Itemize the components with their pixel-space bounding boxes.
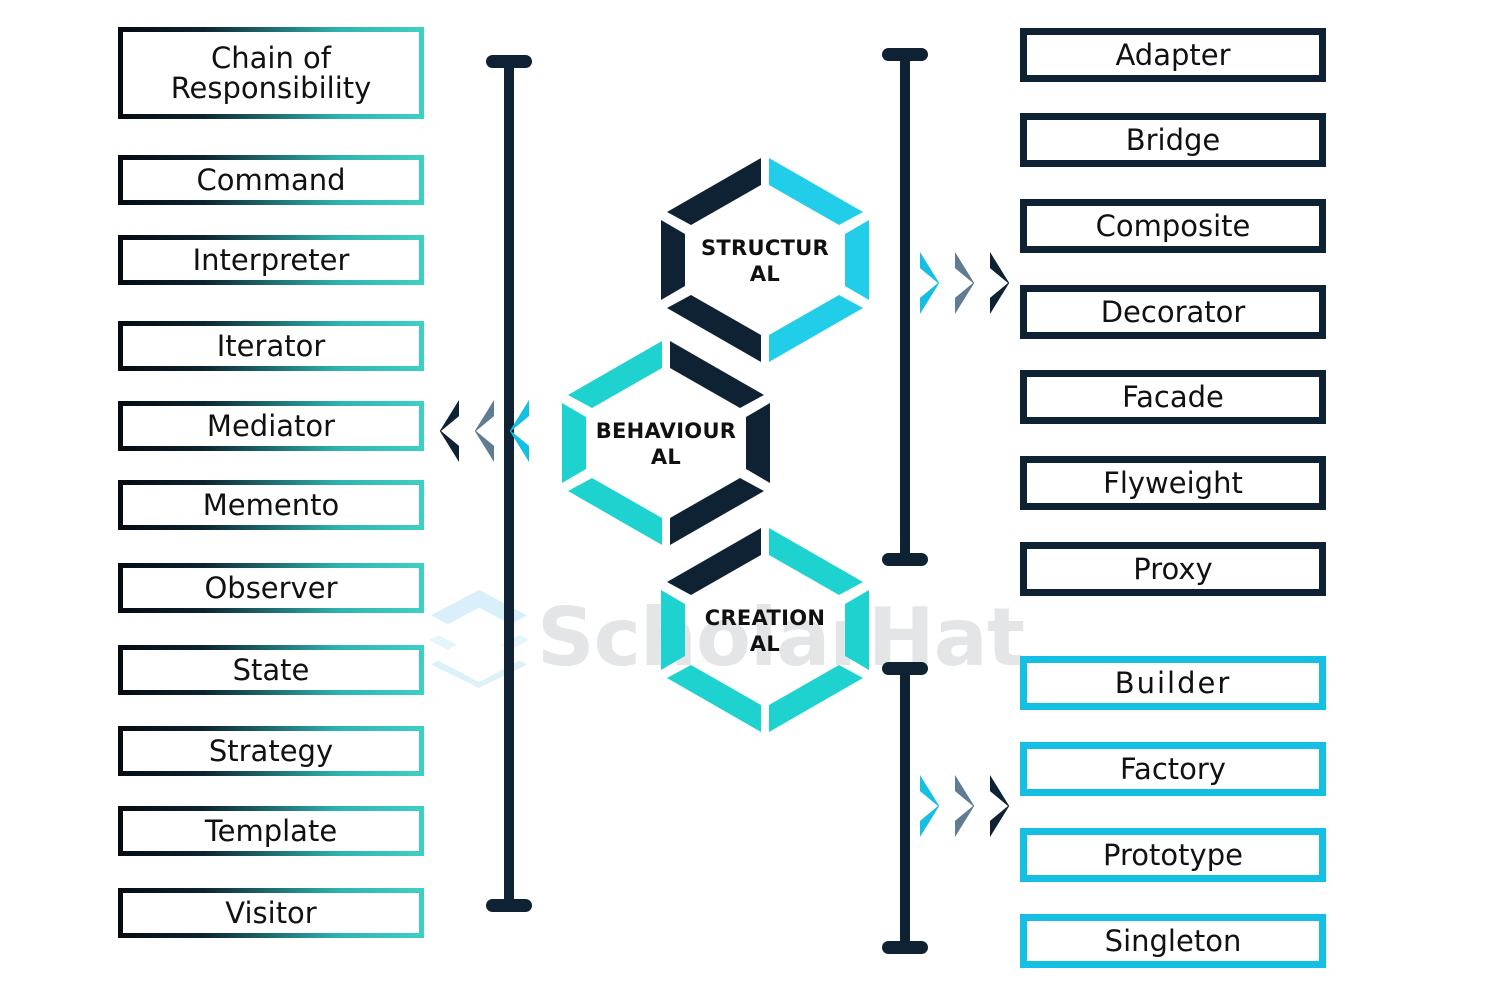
- pattern-label: Mediator: [206, 408, 336, 443]
- pattern-label: Memento: [202, 487, 340, 522]
- bracket-stem: [504, 55, 514, 912]
- chevron-left-icon: [474, 400, 494, 462]
- pattern-label: Decorator: [1100, 294, 1246, 329]
- pattern-label: Bridge: [1125, 122, 1221, 157]
- pattern-label: Proxy: [1133, 551, 1213, 586]
- arrow-to-creational: [920, 775, 1021, 837]
- list-item[interactable]: Visitor: [118, 888, 424, 938]
- chevron-right-icon: [955, 775, 975, 837]
- behavioural-bracket: [486, 55, 532, 912]
- chevron-right-icon: [990, 252, 1010, 314]
- bracket-stem: [900, 662, 910, 954]
- bracket-cap-bottom: [486, 899, 532, 912]
- pattern-label: Strategy: [208, 733, 334, 768]
- pattern-label: Prototype: [1103, 837, 1243, 872]
- arrow-to-structural: [920, 252, 1021, 314]
- hexagon-creational-icon: [661, 528, 869, 732]
- list-item[interactable]: Decorator: [1020, 285, 1326, 339]
- node-creational[interactable]: CREATION AL: [655, 520, 875, 740]
- list-item[interactable]: Adapter: [1020, 28, 1326, 82]
- pattern-label: Composite: [1095, 208, 1251, 243]
- pattern-label: Adapter: [1115, 37, 1231, 72]
- pattern-label: Factory: [1120, 751, 1226, 786]
- pattern-label: Builder: [1114, 665, 1232, 700]
- list-item[interactable]: Factory: [1020, 742, 1326, 796]
- chevron-left-icon: [509, 400, 529, 462]
- design-patterns-diagram: ScholarHat Chain of Responsibility Comma…: [0, 0, 1500, 1000]
- bracket-cap-top: [486, 55, 532, 68]
- list-item[interactable]: Iterator: [118, 321, 424, 371]
- pattern-label: Chain of Responsibility: [170, 40, 372, 105]
- list-item[interactable]: Mediator: [118, 401, 424, 451]
- chevron-right-icon: [920, 775, 940, 837]
- list-item[interactable]: Singleton: [1020, 914, 1326, 968]
- pattern-label: Template: [204, 813, 338, 848]
- list-item[interactable]: Composite: [1020, 199, 1326, 253]
- chevron-right-icon: [920, 252, 940, 314]
- bracket-stem: [900, 48, 910, 566]
- pattern-label: Interpreter: [192, 242, 350, 277]
- pattern-label: Facade: [1122, 379, 1224, 414]
- pattern-label: State: [232, 652, 310, 687]
- list-item[interactable]: Strategy: [118, 726, 424, 776]
- list-item[interactable]: Flyweight: [1020, 456, 1326, 510]
- list-item[interactable]: Bridge: [1020, 113, 1326, 167]
- list-item[interactable]: Interpreter: [118, 235, 424, 285]
- list-item[interactable]: Observer: [118, 563, 424, 613]
- pattern-label: Command: [196, 162, 346, 197]
- pattern-label: Visitor: [225, 895, 317, 930]
- list-item[interactable]: Proxy: [1020, 542, 1326, 596]
- chevron-left-icon: [439, 400, 459, 462]
- bracket-cap-top: [882, 48, 928, 61]
- bracket-cap-top: [882, 662, 928, 675]
- list-item[interactable]: Memento: [118, 480, 424, 530]
- list-item[interactable]: Command: [118, 155, 424, 205]
- list-item[interactable]: State: [118, 645, 424, 695]
- arrow-to-behavioural: [428, 400, 529, 462]
- list-item[interactable]: Prototype: [1020, 828, 1326, 882]
- pattern-label: Observer: [204, 570, 338, 605]
- chevron-right-icon: [990, 775, 1010, 837]
- list-item[interactable]: Facade: [1020, 370, 1326, 424]
- pattern-label: Iterator: [216, 328, 326, 363]
- bracket-cap-bottom: [882, 941, 928, 954]
- pattern-label: Flyweight: [1103, 465, 1243, 500]
- bracket-cap-bottom: [882, 553, 928, 566]
- list-item[interactable]: Chain of Responsibility: [118, 27, 424, 119]
- pattern-label: Singleton: [1104, 923, 1242, 958]
- list-item[interactable]: Template: [118, 806, 424, 856]
- list-item[interactable]: Builder: [1020, 656, 1326, 710]
- chevron-right-icon: [955, 252, 975, 314]
